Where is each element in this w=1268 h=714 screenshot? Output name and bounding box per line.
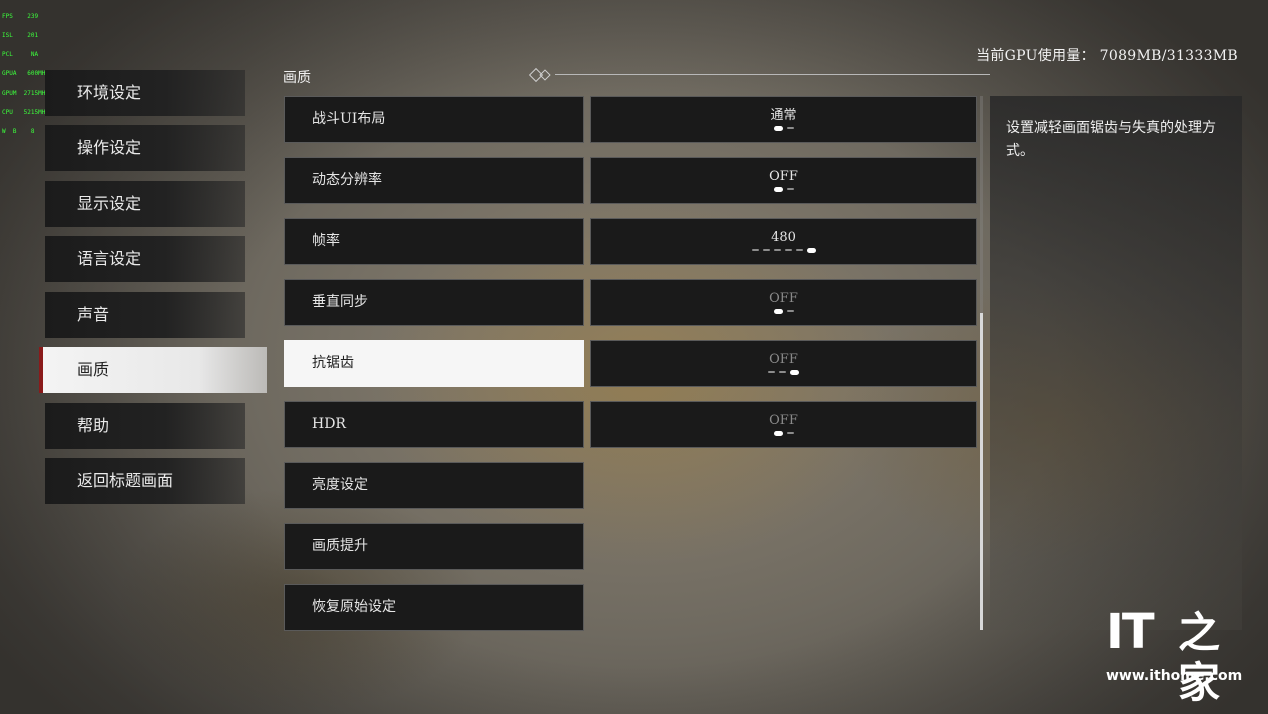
option-dot [786,127,794,129]
logo-url: www.ithome.com [1106,668,1243,684]
setting-label[interactable]: 动态分辨率 [284,157,584,204]
option-dot [773,309,783,314]
setting-label[interactable]: 亮度设定 [284,462,584,509]
setting-value: OFF [769,169,798,184]
option-indicator [591,431,976,436]
setting-value-selector[interactable]: OFF [590,157,977,204]
option-dot [786,432,794,434]
nav-item-sound[interactable]: 声音 [45,292,245,338]
setting-value: OFF [769,352,798,367]
stat-line: PCL NA [2,51,39,59]
option-indicator [591,126,976,131]
scrollbar-thumb[interactable] [980,313,983,630]
setting-description: 设置减轻画面锯齿与失真的处理方式。 [1006,120,1216,159]
setting-label[interactable]: HDR [284,401,584,448]
option-dot [773,187,783,192]
nav-item-environment[interactable]: 环境设定 [45,70,245,116]
setting-value: 480 [771,230,796,245]
option-indicator [591,370,976,375]
option-dot [795,249,803,251]
option-dot [790,370,799,375]
setting-value: OFF [769,291,798,306]
setting-value-selector[interactable]: 通常 [590,96,977,143]
setting-value-selector[interactable]: 480 [590,218,977,265]
setting-label[interactable]: 画质提升 [284,523,584,570]
setting-value: 通常 [770,108,797,123]
option-dot [773,126,783,131]
setting-value: OFF [769,413,798,428]
stat-line: ISL 201 [2,32,39,40]
nav-item-graphics[interactable]: 画质 [39,347,267,393]
nav-item-language[interactable]: 语言设定 [45,236,245,282]
option-dot [784,249,792,251]
option-dot [751,249,759,251]
setting-value-selector[interactable]: OFF [590,401,977,448]
nav-item-return-title[interactable]: 返回标题画面 [45,458,245,504]
description-panel [990,96,1242,630]
setting-label[interactable]: 抗锯齿 [284,340,584,387]
section-title: 画质 [283,70,311,86]
setting-value-selector[interactable]: OFF [590,279,977,326]
option-dot [779,371,786,373]
setting-label[interactable]: 战斗UI布局 [284,96,584,143]
gpu-usage-readout: 当前GPU使用量： 7089MB/31333MB [976,48,1238,64]
setting-label[interactable]: 帧率 [284,218,584,265]
option-indicator [591,248,976,253]
setting-label[interactable]: 恢复原始设定 [284,584,584,631]
logo-cn: 之家 [1178,608,1221,707]
ithome-watermark: IT 之家 www.ithome.com [1106,604,1246,707]
option-dot [806,248,816,253]
logo-it: IT [1106,604,1155,660]
option-dot [786,188,794,190]
option-dot [773,249,781,251]
option-indicator [591,187,976,192]
option-indicator [591,309,976,314]
nav-item-controls[interactable]: 操作设定 [45,125,245,171]
option-dot [786,310,794,312]
option-dot [768,371,775,373]
nav-item-display[interactable]: 显示设定 [45,181,245,227]
setting-label[interactable]: 垂直同步 [284,279,584,326]
stat-line: FPS 239 [2,12,39,20]
divider-ornament [525,67,990,83]
nav-item-help[interactable]: 帮助 [45,403,245,449]
setting-value-selector[interactable]: OFF [590,340,977,387]
option-dot [762,249,770,251]
option-dot [773,431,783,436]
